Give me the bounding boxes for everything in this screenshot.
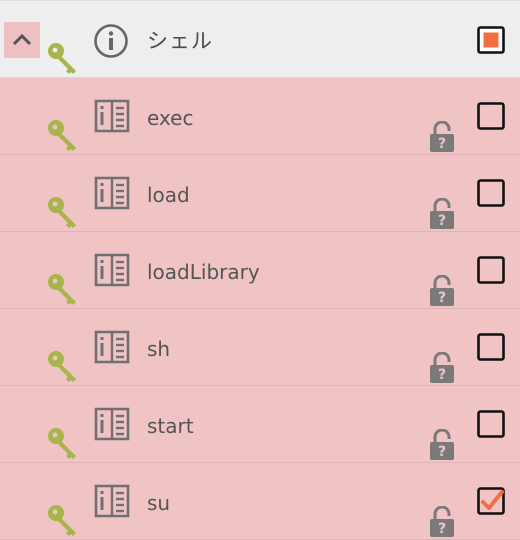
svg-text:?: ? [438, 136, 446, 152]
permission-row[interactable]: su ? [0, 463, 520, 540]
permission-label: load [147, 183, 190, 207]
info-icon [94, 24, 128, 58]
permission-label: exec [147, 106, 194, 130]
book-icon [94, 484, 130, 518]
lock-icon: ? [430, 352, 454, 383]
permission-list: exec ? load ? loadLibrary ? sh ? start ?… [0, 78, 520, 540]
group-checkbox[interactable] [477, 26, 505, 54]
permission-checkbox[interactable] [477, 102, 505, 130]
lock-icon: ? [430, 198, 454, 229]
permission-checkbox[interactable] [477, 256, 505, 284]
permission-checkbox[interactable] [477, 333, 505, 361]
book-icon [94, 99, 130, 133]
key-icon [48, 428, 76, 459]
svg-text:?: ? [438, 444, 446, 460]
key-icon [48, 120, 76, 151]
permission-checkbox[interactable] [477, 410, 505, 438]
collapse-button[interactable] [4, 22, 40, 58]
key-icon [48, 351, 76, 382]
lock-icon: ? [430, 275, 454, 306]
group-header-row[interactable]: シェル [0, 0, 520, 78]
lock-icon: ? [430, 506, 454, 537]
book-icon [94, 176, 130, 210]
svg-text:?: ? [438, 367, 446, 383]
book-icon [94, 253, 130, 287]
permission-checkbox[interactable] [477, 179, 505, 207]
lock-icon: ? [430, 429, 454, 460]
key-icon [48, 505, 76, 536]
permission-row[interactable]: start ? [0, 386, 520, 463]
permission-row[interactable]: exec ? [0, 78, 520, 155]
chevron-up-icon [12, 33, 32, 46]
permission-row[interactable]: loadLibrary ? [0, 232, 520, 309]
permission-label: sh [147, 337, 171, 361]
key-icon [48, 274, 76, 305]
permission-label: su [147, 491, 171, 515]
book-icon [94, 330, 130, 364]
permission-label: loadLibrary [147, 260, 260, 284]
svg-text:?: ? [438, 290, 446, 306]
permission-row[interactable]: sh ? [0, 309, 520, 386]
key-icon [48, 197, 76, 228]
key-icon [48, 43, 76, 74]
permission-checkbox[interactable] [477, 487, 505, 515]
permission-label: start [147, 414, 194, 438]
book-icon [94, 407, 130, 441]
svg-text:?: ? [438, 521, 446, 537]
permission-row[interactable]: load ? [0, 155, 520, 232]
checkmark-icon [481, 490, 504, 510]
group-label: シェル [147, 29, 213, 53]
lock-icon: ? [430, 121, 454, 152]
svg-text:?: ? [438, 213, 446, 229]
